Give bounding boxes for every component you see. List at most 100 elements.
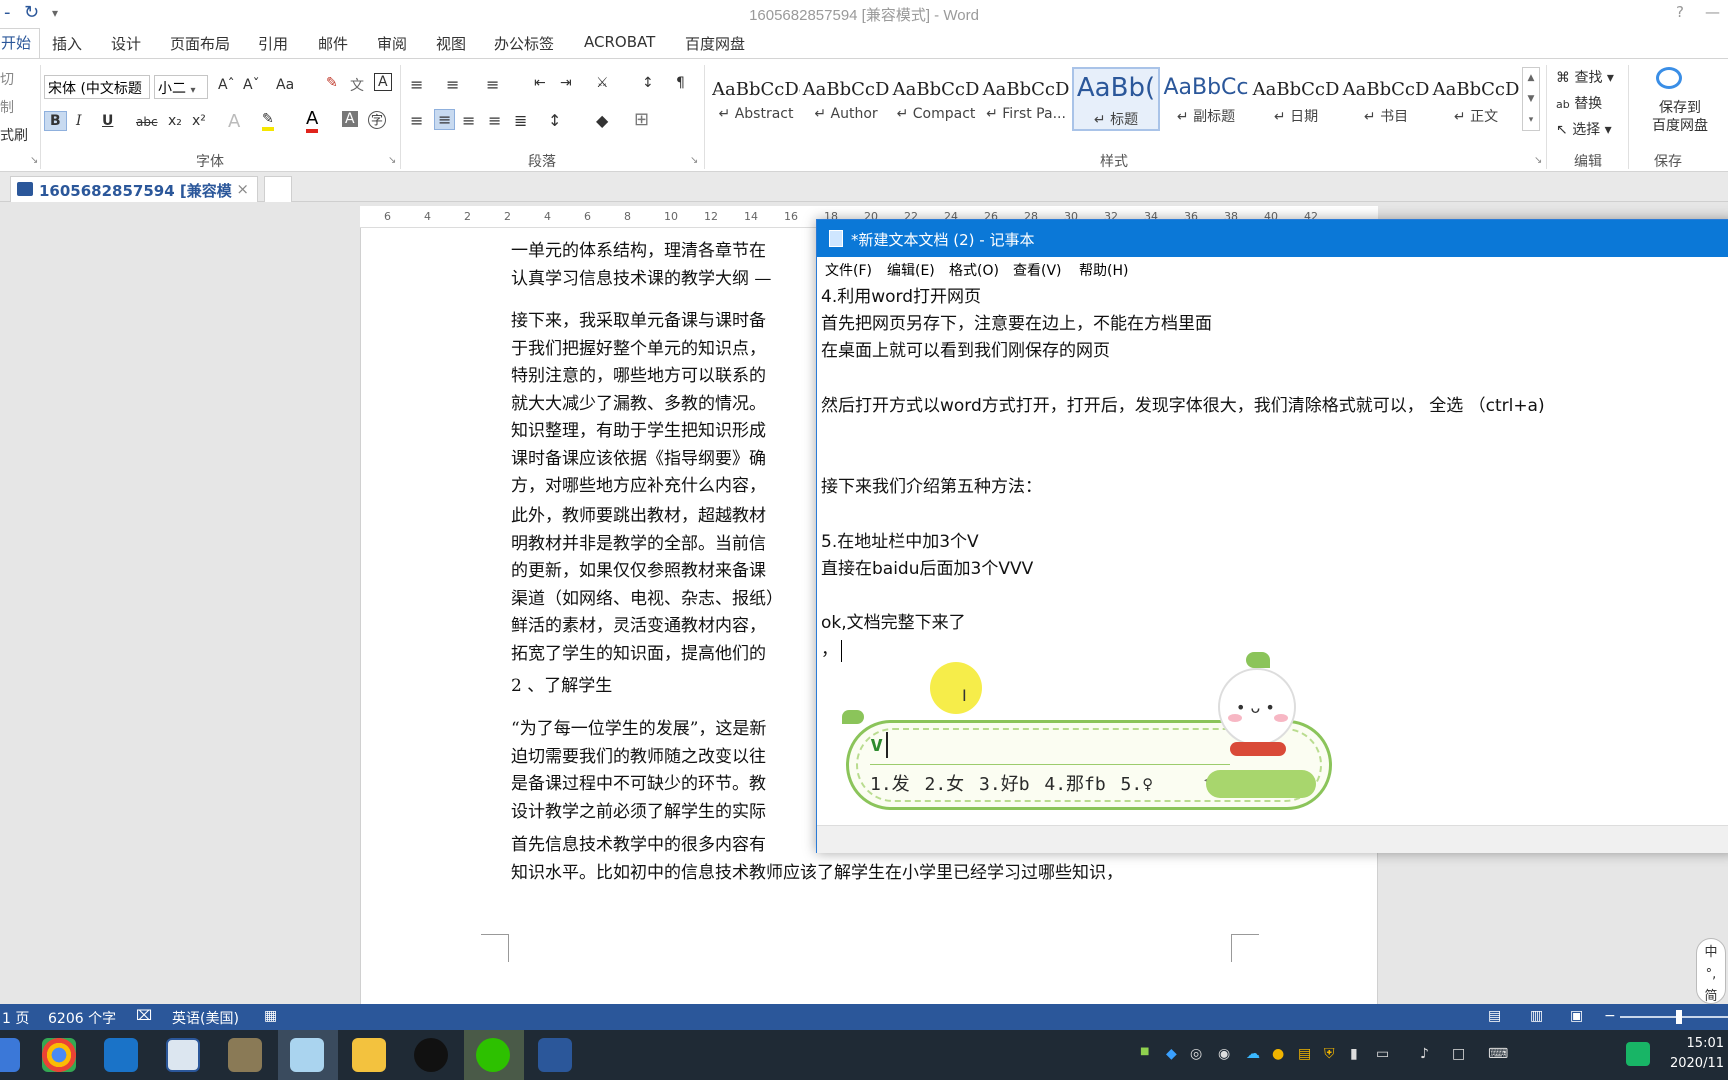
read-mode-icon[interactable]: ▤ <box>1488 1008 1501 1024</box>
save-to-netdisk-button[interactable]: 保存到 百度网盘 <box>1636 99 1724 135</box>
tab-acrobat[interactable]: ACROBAT <box>584 33 655 51</box>
font-size-select[interactable]: 小二 ▾ <box>154 75 208 99</box>
tray-mic-icon[interactable]: ▮ <box>1350 1046 1358 1062</box>
macro-icon[interactable]: ▦ <box>264 1008 277 1024</box>
chrome-icon[interactable] <box>42 1038 76 1072</box>
tab-review[interactable]: 审阅 <box>377 33 407 54</box>
styles-scroll-buttons[interactable]: ▲ ▼ ▾ <box>1522 67 1540 131</box>
zoom-out-icon[interactable]: − <box>1604 1008 1616 1024</box>
decrease-indent-icon[interactable]: ⇤ <box>534 75 546 91</box>
subscript-button[interactable]: x₂ <box>168 113 182 129</box>
tab-home[interactable]: 开始 <box>0 28 41 59</box>
notepad-title-bar[interactable]: *新建文本文档 (2) - 记事本 <box>817 220 1728 257</box>
zoom-slider-thumb[interactable] <box>1676 1010 1682 1024</box>
tab-view[interactable]: 视图 <box>436 33 466 54</box>
minimize-button[interactable]: — <box>1705 3 1720 21</box>
web-layout-icon[interactable]: ▣ <box>1570 1008 1583 1024</box>
highlight-icon[interactable]: ✎ <box>262 111 274 131</box>
tab-mailings[interactable]: 邮件 <box>318 33 348 54</box>
style-bibliography[interactable]: AaBbCcD ↵ 书目 <box>1342 67 1430 131</box>
align-left-icon[interactable]: ≡ <box>410 111 423 130</box>
font-name-select[interactable]: 宋体 (中文标题 <box>44 75 150 99</box>
ime-candidate-window[interactable]: v 1.发 2.女 3.好b 4.那fb 5.♀ ◂ ▸ • ᴗ • <box>842 652 1332 810</box>
ime-mode-widget[interactable]: 中 °, 简 <box>1696 938 1726 1004</box>
align-center-icon[interactable]: ≡ <box>434 109 456 130</box>
borders-icon[interactable]: ⊞ <box>634 109 649 130</box>
justify-icon[interactable]: ≡ <box>488 111 501 130</box>
enclose-characters-icon[interactable]: 字 <box>368 111 386 129</box>
tray-network-icon[interactable]: ◆ <box>1166 1046 1177 1062</box>
style-body[interactable]: AaBbCcD ↵ 正文 <box>1432 67 1520 131</box>
dialog-launcher-icon[interactable]: ↘ <box>30 155 38 166</box>
tray-sync-icon[interactable]: ◎ <box>1190 1046 1202 1062</box>
menu-format[interactable]: 格式(O) <box>949 260 999 280</box>
notepad-taskbar-icon[interactable] <box>290 1038 324 1072</box>
tray-notification-icon[interactable]: □ <box>1452 1046 1465 1062</box>
help-button[interactable]: ? <box>1676 3 1684 21</box>
print-layout-icon[interactable]: ▥ <box>1530 1008 1543 1024</box>
superscript-button[interactable]: x² <box>192 113 206 129</box>
line-spacing-icon[interactable]: ↕ <box>548 111 561 130</box>
phonetic-guide-icon[interactable]: 文 <box>350 75 364 95</box>
tab-office-tab[interactable]: 办公标签 <box>494 33 554 54</box>
image-viewer-icon[interactable] <box>228 1038 262 1072</box>
tray-volume-icon[interactable]: ♪ <box>1420 1046 1429 1062</box>
page-indicator[interactable]: 1 页 <box>2 1008 29 1028</box>
wechat-icon[interactable] <box>476 1038 510 1072</box>
strikethrough-button[interactable]: abc <box>136 115 158 129</box>
word-count[interactable]: 6206 个字 <box>48 1008 116 1028</box>
browser-icon[interactable] <box>104 1038 138 1072</box>
tray-cloud-icon[interactable]: ☁ <box>1246 1046 1260 1062</box>
clear-formatting-icon[interactable]: ✎ <box>326 75 338 91</box>
style-subtitle[interactable]: AaBbCc ↵ 副标题 <box>1162 67 1250 131</box>
underline-button[interactable]: U <box>102 113 113 129</box>
increase-indent-icon[interactable]: ⇥ <box>560 75 572 91</box>
bold-button[interactable]: B <box>44 111 67 131</box>
ime-candidates[interactable]: 1.发 2.女 3.好b 4.那fb 5.♀ <box>870 770 1153 796</box>
character-shading-icon[interactable]: A <box>342 111 358 127</box>
app-icon[interactable] <box>352 1038 386 1072</box>
format-painter-button[interactable]: 式刷 <box>0 125 28 145</box>
tray-folder-icon[interactable]: ▤ <box>1298 1046 1311 1062</box>
multilevel-list-icon[interactable]: ≡ <box>486 75 499 94</box>
bullets-icon[interactable]: ≡ <box>410 75 423 94</box>
shading-icon[interactable]: ◆ <box>596 111 608 130</box>
new-tab-button[interactable] <box>264 176 292 202</box>
tray-update-icon[interactable]: ◉ <box>1218 1046 1230 1062</box>
style-heading[interactable]: AaBb(↵ 标题 <box>1072 67 1160 131</box>
tray-qq-icon[interactable]: ● <box>1272 1046 1284 1062</box>
align-right-icon[interactable]: ≡ <box>462 111 475 130</box>
word-icon[interactable] <box>538 1038 572 1072</box>
paragraph-dialog-launcher-icon[interactable]: ↘ <box>690 155 698 166</box>
tray-battery-icon[interactable]: ▭ <box>1376 1046 1389 1062</box>
cut-button[interactable]: 切 <box>0 69 14 89</box>
select-button[interactable]: ↖ 选择 ▾ <box>1556 119 1612 139</box>
tab-baidu-netdisk[interactable]: 百度网盘 <box>685 33 745 54</box>
notepad-text-area[interactable]: 4.利用word打开网页 首先把网页另存下，注意要在边上，不能在方档里面 在桌面… <box>821 284 1728 665</box>
close-tab-icon[interactable]: × <box>236 180 249 198</box>
document-tab[interactable]: 1605682857594 [兼容模式] × <box>10 176 258 221</box>
qq-icon[interactable] <box>414 1038 448 1072</box>
menu-view[interactable]: 查看(V) <box>1013 260 1062 280</box>
show-marks-icon[interactable]: ¶ <box>676 75 685 91</box>
tab-design[interactable]: 设计 <box>111 33 141 54</box>
menu-file[interactable]: 文件(F) <box>825 260 872 280</box>
tray-app-green-icon[interactable] <box>1626 1042 1650 1066</box>
start-icon[interactable] <box>0 1038 20 1072</box>
style-compact[interactable]: AaBbCcD ↵ Compact <box>892 67 980 131</box>
style-author[interactable]: AaBbCcD ↵ Author <box>802 67 890 131</box>
tray-keyboard-icon[interactable]: ⌨ <box>1488 1046 1508 1062</box>
tab-references[interactable]: 引用 <box>258 33 288 54</box>
system-clock[interactable]: 15:01 2020/11 <box>1670 1034 1724 1074</box>
menu-edit[interactable]: 编辑(E) <box>887 260 935 280</box>
cloud-icon[interactable] <box>1656 67 1682 89</box>
shrink-font-button[interactable]: Aˇ <box>243 77 260 93</box>
grow-font-button[interactable]: Aˆ <box>218 77 235 93</box>
copy-button[interactable]: 制 <box>0 97 14 117</box>
italic-button[interactable]: I <box>76 113 82 129</box>
file-explorer-icon[interactable] <box>166 1038 200 1072</box>
tab-insert[interactable]: 插入 <box>52 33 82 54</box>
tray-app-icon[interactable]: ■ <box>1140 1046 1149 1057</box>
numbering-icon[interactable]: ≡ <box>446 75 459 94</box>
font-dialog-launcher-icon[interactable]: ↘ <box>388 155 396 166</box>
